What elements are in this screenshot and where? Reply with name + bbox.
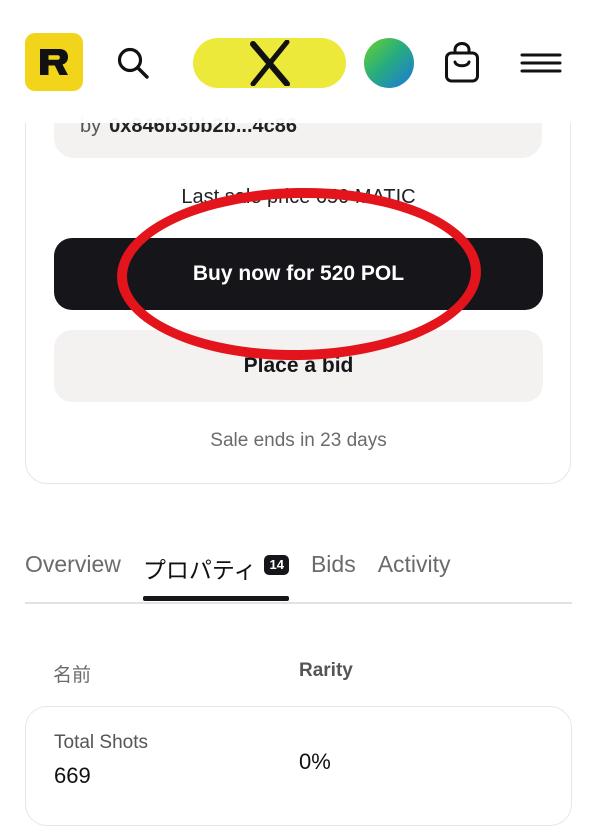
column-header-rarity: Rarity (299, 660, 353, 681)
menu-button[interactable] (520, 50, 562, 76)
property-value: 669 (54, 763, 91, 788)
tab-activity[interactable]: Activity (378, 551, 451, 601)
user-avatar[interactable] (364, 38, 414, 88)
cart-button[interactable] (442, 41, 482, 85)
property-rarity: 0% (299, 749, 331, 774)
tab-bids-label: Bids (310, 551, 356, 577)
menu-icon (520, 53, 562, 73)
properties-count-badge: 14 (264, 555, 289, 575)
shopping-bag-icon (445, 41, 479, 83)
detail-tabs: Overview プロパティ 14 Bids Activity (25, 551, 473, 601)
tab-activity-label: Activity (377, 551, 451, 577)
place-bid-button[interactable]: Place a bid (54, 330, 543, 402)
search-icon (117, 47, 149, 79)
buy-now-button[interactable]: Buy now for 520 POL (54, 238, 543, 310)
tab-overview[interactable]: Overview (25, 551, 121, 601)
search-button[interactable] (114, 44, 152, 82)
top-header (0, 0, 597, 123)
app-logo[interactable] (25, 33, 83, 91)
property-name: Total Shots (54, 732, 148, 753)
last-sale-price: Last sale price 650 MATIC (181, 186, 416, 208)
tab-properties[interactable]: プロパティ 14 (142, 551, 290, 601)
x-promo-pill[interactable] (193, 38, 346, 88)
sale-ends-text: Sale ends in 23 days (210, 430, 387, 451)
tab-properties-label: プロパティ (142, 557, 257, 583)
r-logo-icon (40, 49, 68, 75)
tab-bids[interactable]: Bids (311, 551, 356, 601)
tabs-divider (25, 602, 572, 604)
x-logo-icon (249, 40, 290, 86)
tab-overview-label: Overview (25, 551, 121, 577)
column-header-name: 名前 (53, 665, 92, 686)
